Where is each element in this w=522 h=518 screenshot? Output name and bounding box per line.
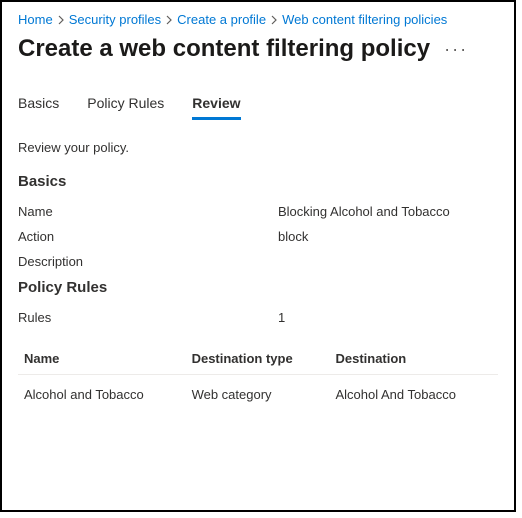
kv-name-value: Blocking Alcohol and Tobacco xyxy=(278,204,498,219)
tab-basics[interactable]: Basics xyxy=(18,91,59,120)
col-header-dest-type[interactable]: Destination type xyxy=(186,343,330,375)
kv-description-value xyxy=(278,254,498,269)
section-rules-heading: Policy Rules xyxy=(18,279,498,296)
breadcrumb-link-home[interactable]: Home xyxy=(18,12,53,27)
breadcrumb: Home Security profiles Create a profile … xyxy=(18,12,498,27)
breadcrumb-link-security-profiles[interactable]: Security profiles xyxy=(69,12,161,27)
cell-rule-dest-type: Web category xyxy=(186,375,330,415)
kv-action-label: Action xyxy=(18,229,278,244)
rules-table: Name Destination type Destination Alcoho… xyxy=(18,343,498,414)
kv-action-value: block xyxy=(278,229,498,244)
kv-name-label: Name xyxy=(18,204,278,219)
cell-rule-destination: Alcohol And Tobacco xyxy=(329,375,498,415)
cell-rule-name: Alcohol and Tobacco xyxy=(18,375,186,415)
rules-table-header-row: Name Destination type Destination xyxy=(18,343,498,375)
kv-rules-count: Rules 1 xyxy=(18,310,498,325)
col-header-name[interactable]: Name xyxy=(18,343,186,375)
kv-rules-count-label: Rules xyxy=(18,310,278,325)
tab-policy-rules[interactable]: Policy Rules xyxy=(87,91,164,120)
review-intro: Review your policy. xyxy=(18,140,498,155)
chevron-right-icon xyxy=(165,15,173,25)
col-header-destination[interactable]: Destination xyxy=(329,343,498,375)
kv-rules-count-value: 1 xyxy=(278,310,498,325)
chevron-right-icon xyxy=(270,15,278,25)
more-actions-button[interactable]: ··· xyxy=(440,36,472,62)
breadcrumb-link-web-content-filtering[interactable]: Web content filtering policies xyxy=(282,12,447,27)
table-row[interactable]: Alcohol and Tobacco Web category Alcohol… xyxy=(18,375,498,415)
chevron-right-icon xyxy=(57,15,65,25)
kv-name: Name Blocking Alcohol and Tobacco xyxy=(18,204,498,219)
kv-action: Action block xyxy=(18,229,498,244)
kv-description: Description xyxy=(18,254,498,269)
breadcrumb-link-create-profile[interactable]: Create a profile xyxy=(177,12,266,27)
section-basics-heading: Basics xyxy=(18,173,498,190)
kv-description-label: Description xyxy=(18,254,278,269)
tab-review[interactable]: Review xyxy=(192,91,240,120)
page-title: Create a web content filtering policy xyxy=(18,35,430,63)
tabs: Basics Policy Rules Review xyxy=(18,91,498,120)
